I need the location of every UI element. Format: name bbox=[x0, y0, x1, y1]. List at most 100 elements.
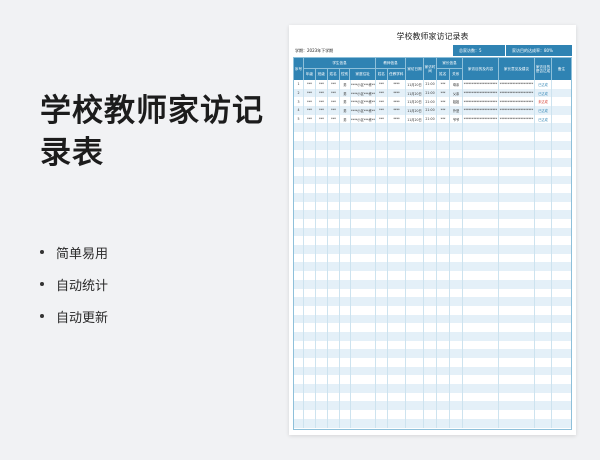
cell-purpose: ********************* bbox=[463, 106, 499, 115]
cell-purpose bbox=[463, 166, 499, 176]
cell-achieved bbox=[535, 149, 552, 159]
cell-relation bbox=[450, 271, 463, 280]
cell-achieved bbox=[535, 358, 552, 367]
cell-class bbox=[316, 297, 328, 306]
cell-remark bbox=[552, 150, 571, 159]
cell-visit-time: 21:00 bbox=[424, 80, 437, 89]
record-table: 序号 学生信息 年级 班级 姓名 性别 家庭住址 教师信息 姓名 任教学科 家访… bbox=[293, 57, 572, 430]
cell-relation bbox=[450, 375, 463, 385]
cell-seq bbox=[294, 305, 304, 315]
cell-teacher-name bbox=[376, 340, 388, 350]
cell-visit-time bbox=[424, 227, 437, 237]
cell-grade bbox=[304, 184, 316, 193]
cell-gender bbox=[340, 340, 351, 350]
cell-gender bbox=[340, 192, 351, 202]
group-label: 家长信息 bbox=[437, 58, 462, 69]
cell-seq: 2 bbox=[294, 88, 304, 98]
bullet-icon bbox=[40, 282, 44, 286]
cell-address bbox=[351, 305, 376, 315]
cell-gender bbox=[340, 418, 351, 428]
cell-visit-time bbox=[424, 410, 437, 419]
cell-address bbox=[351, 184, 376, 193]
cell-purpose bbox=[463, 123, 499, 133]
cell-visit-date bbox=[406, 201, 424, 211]
cell-achieved bbox=[535, 305, 552, 315]
cell-subject bbox=[388, 184, 406, 193]
cell-purpose bbox=[463, 392, 499, 402]
cell-subject: **** bbox=[388, 97, 406, 107]
cell-class bbox=[316, 192, 328, 202]
cell-grade bbox=[304, 375, 316, 385]
cell-visit-date bbox=[406, 149, 424, 159]
cell-teacher-name bbox=[376, 166, 388, 176]
cell-gender bbox=[340, 297, 351, 306]
cell-achieved bbox=[535, 410, 552, 419]
cell-grade: *** bbox=[304, 88, 316, 98]
cell-grade bbox=[304, 410, 316, 419]
cell-seq bbox=[294, 340, 304, 350]
cell-parent-name bbox=[437, 166, 450, 176]
cell-achieved bbox=[535, 245, 552, 254]
cell-subject bbox=[388, 297, 406, 306]
table-row bbox=[294, 271, 571, 280]
cell-purpose bbox=[463, 253, 499, 263]
table-row bbox=[294, 366, 571, 376]
cell-feedback bbox=[499, 279, 535, 289]
table-row bbox=[294, 201, 571, 211]
cell-achieved: 已达成 bbox=[535, 80, 552, 89]
cell-grade bbox=[304, 132, 316, 141]
cell-parent-name bbox=[437, 279, 450, 289]
cell-visit-date: 11月20日 bbox=[406, 97, 424, 107]
cell-teacher-name bbox=[376, 158, 388, 167]
cell-seq bbox=[294, 279, 304, 289]
cell-class bbox=[316, 314, 328, 324]
cell-parent-name bbox=[437, 175, 450, 185]
cell-achieved bbox=[535, 401, 552, 411]
cell-grade bbox=[304, 227, 316, 237]
cell-teacher-name bbox=[376, 375, 388, 385]
cell-visit-time bbox=[424, 418, 437, 428]
cell-relation bbox=[450, 358, 463, 367]
cell-achieved bbox=[535, 123, 552, 133]
header-parent-name: 姓名 bbox=[437, 69, 450, 80]
cell-visit-date: 11月20日 bbox=[406, 80, 424, 89]
cell-feedback bbox=[499, 418, 535, 428]
cell-purpose bbox=[463, 305, 499, 315]
header-seq: 序号 bbox=[294, 58, 304, 80]
cell-teacher-name bbox=[376, 279, 388, 289]
cell-visit-time bbox=[424, 149, 437, 159]
cell-address bbox=[351, 375, 376, 385]
table-row bbox=[294, 401, 571, 411]
cell-teacher-name bbox=[376, 227, 388, 237]
cell-teacher-name bbox=[376, 392, 388, 402]
cell-parent-name bbox=[437, 384, 450, 393]
cell-class bbox=[316, 384, 328, 393]
cell-address bbox=[351, 366, 376, 376]
feature-item: 简单易用 bbox=[40, 236, 108, 268]
cell-seq: 3 bbox=[294, 97, 304, 107]
hero-title: 学校教师家访记录表 bbox=[40, 93, 264, 171]
cell-achieved bbox=[535, 392, 552, 402]
cell-purpose: ********************* bbox=[463, 114, 499, 124]
table-row bbox=[294, 323, 571, 332]
cell-remark bbox=[552, 219, 571, 228]
table-header: 序号 学生信息 年级 班级 姓名 性别 家庭住址 教师信息 姓名 任教学科 家访… bbox=[294, 58, 571, 80]
cell-address: *****小区***栋*** bbox=[351, 88, 376, 98]
cell-purpose bbox=[463, 418, 499, 428]
cell-student-name: *** bbox=[328, 106, 340, 115]
cell-relation bbox=[450, 158, 463, 167]
cell-student-name bbox=[328, 184, 340, 193]
cell-teacher-name bbox=[376, 418, 388, 428]
cell-feedback bbox=[499, 401, 535, 411]
cell-address bbox=[351, 323, 376, 332]
cell-relation bbox=[450, 123, 463, 133]
cell-student-name bbox=[328, 149, 340, 159]
cell-address: *****小区***栋*** bbox=[351, 80, 376, 89]
cell-parent-name bbox=[437, 401, 450, 411]
header-relation: 关系 bbox=[452, 72, 460, 77]
cell-teacher-name bbox=[376, 236, 388, 246]
cell-remark bbox=[552, 323, 571, 332]
cell-gender bbox=[340, 149, 351, 159]
cell-grade bbox=[304, 175, 316, 185]
cell-grade bbox=[304, 201, 316, 211]
